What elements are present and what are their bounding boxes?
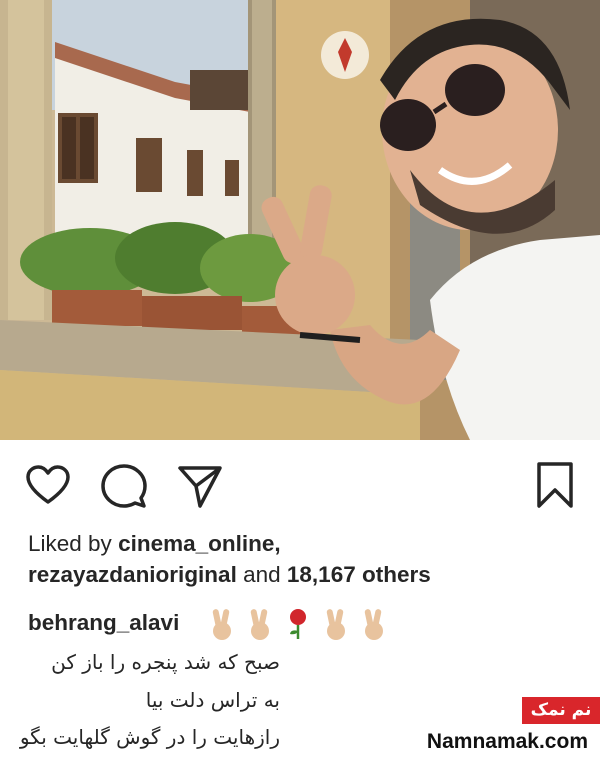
and-label: and xyxy=(243,562,281,587)
caption-line: رازهایت را در گوش گلهایت بگو xyxy=(19,725,280,749)
photo-illustration xyxy=(0,0,600,440)
bookmark-icon xyxy=(537,462,573,508)
heart-icon xyxy=(26,465,70,504)
caption-line: به تراس دلت بیا xyxy=(145,688,280,712)
caption-username[interactable]: behrang_alavi xyxy=(28,608,179,638)
share-button[interactable] xyxy=(176,462,224,510)
caption-line: صبح که شد پنجره را باز کن xyxy=(51,650,280,674)
rose-emoji-icon xyxy=(290,609,306,639)
watermark-badge: نم نمک xyxy=(522,697,600,724)
victory-hand-emoji-icon xyxy=(212,609,231,640)
watermark-site: Namnamak.com xyxy=(426,730,588,753)
comment-icon xyxy=(101,464,147,508)
victory-hand-emoji-icon xyxy=(364,609,383,640)
like-button[interactable] xyxy=(24,462,72,510)
liker-separator: , xyxy=(274,531,281,556)
liker-link-rezayazdani[interactable]: rezayazdanioriginal xyxy=(28,562,237,587)
others-count[interactable]: 18,167 xyxy=(287,562,356,587)
comment-button[interactable] xyxy=(100,462,148,510)
paper-plane-icon xyxy=(178,466,222,508)
post-action-bar xyxy=(0,440,600,528)
liker-link-cinema-online[interactable]: cinema_online xyxy=(118,531,274,556)
liked-by-label: Liked by xyxy=(28,531,112,556)
caption-emoji-row xyxy=(210,604,386,644)
victory-hand-emoji-icon xyxy=(326,609,345,640)
save-button[interactable] xyxy=(533,460,577,510)
likes-summary: Liked by cinema_online, rezayazdaniorigi… xyxy=(28,528,588,590)
post-photo[interactable] xyxy=(0,0,600,440)
others-label[interactable]: others xyxy=(362,562,431,587)
victory-hand-emoji-icon xyxy=(250,609,269,640)
